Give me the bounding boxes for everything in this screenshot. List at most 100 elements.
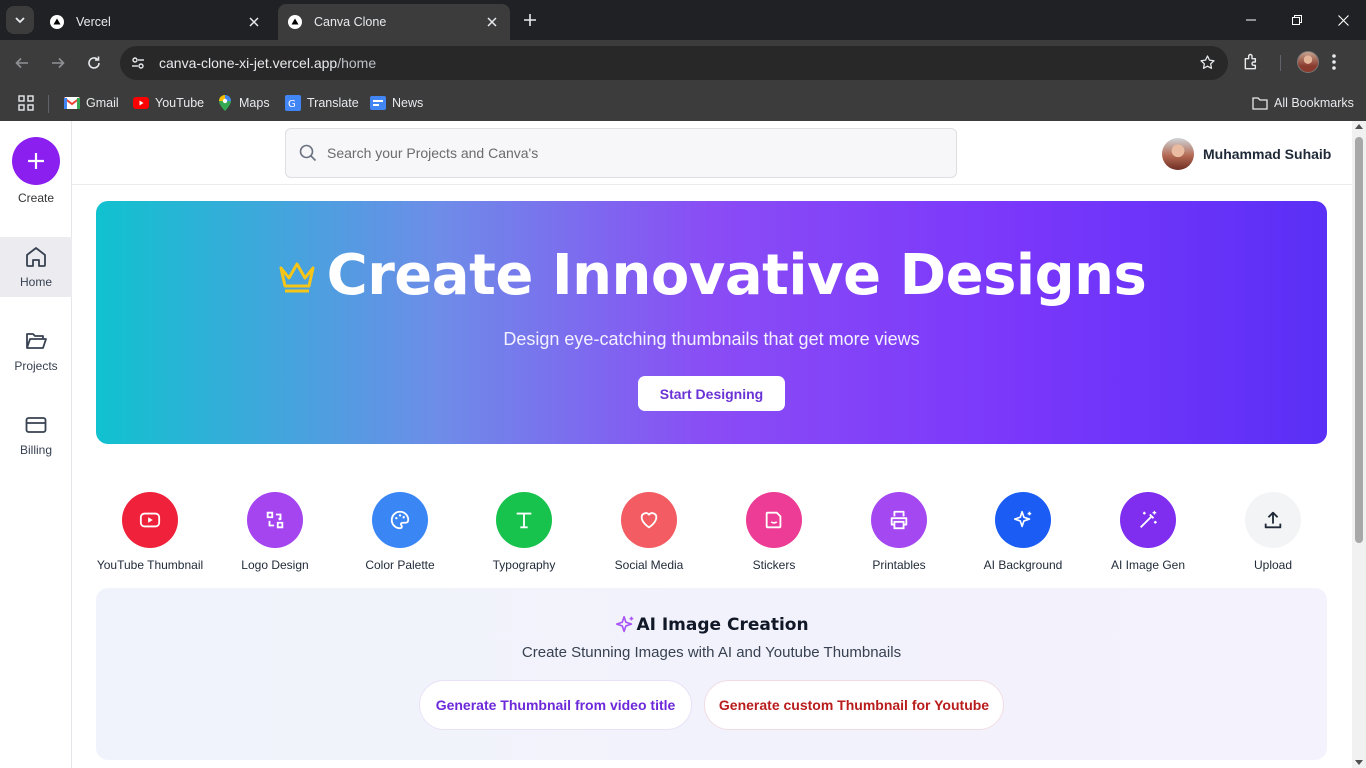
category-logo-design[interactable]: Logo Design	[210, 492, 340, 572]
credit-card-icon	[25, 417, 47, 433]
maps-icon	[217, 95, 233, 111]
folder-icon	[1252, 95, 1268, 111]
hero-title-row: Create Innovative Designs	[96, 243, 1327, 308]
more-menu-icon[interactable]	[1332, 53, 1336, 76]
url-text: canva-clone-xi-jet.vercel.app/home	[159, 55, 376, 71]
category-icon-circle[interactable]	[1245, 492, 1301, 548]
bookmark-youtube[interactable]: YouTube	[133, 93, 204, 113]
category-icon-circle[interactable]	[122, 492, 178, 548]
youtube-icon	[133, 95, 149, 111]
tab-title: Canva Clone	[314, 15, 387, 29]
arrow-right-icon	[52, 57, 65, 69]
bookmark-gmail[interactable]: Gmail	[64, 93, 119, 113]
swap-icon	[266, 511, 284, 529]
bookmark-star-icon[interactable]	[1199, 54, 1216, 76]
tab-search-button[interactable]	[6, 6, 34, 34]
ai-section-title: AI Image Creation	[636, 615, 809, 635]
tab-vercel[interactable]: Vercel	[40, 4, 272, 40]
category-ai-image-gen[interactable]: AI Image Gen	[1083, 492, 1213, 572]
category-upload[interactable]: Upload	[1208, 492, 1338, 572]
page: Create Home Projects Billing Muhammad Su…	[0, 121, 1366, 768]
translate-icon: G	[285, 95, 301, 111]
user-name: Muhammad Suhaib	[1203, 146, 1332, 162]
sidebar-item-label: Billing	[19, 443, 52, 457]
category-printables[interactable]: Printables	[834, 492, 964, 572]
url-host: canva-clone-xi-jet.vercel.app	[159, 55, 338, 71]
category-label: Logo Design	[241, 558, 309, 572]
extensions-icon[interactable]	[1242, 52, 1262, 77]
sidebar: Create Home Projects Billing	[0, 121, 72, 768]
bookmark-news[interactable]: News	[370, 93, 423, 113]
search-icon	[298, 143, 318, 163]
category-label: YouTube Thumbnail	[96, 558, 204, 572]
apps-grid-icon	[18, 95, 34, 111]
bookmarks-divider	[48, 95, 49, 113]
category-icon-circle[interactable]	[1120, 492, 1176, 548]
category-youtube-thumbnail[interactable]: YouTube Thumbnail	[85, 492, 215, 572]
tab-title: Vercel	[76, 15, 111, 29]
arrow-left-icon	[15, 57, 28, 69]
profile-avatar[interactable]	[1297, 51, 1319, 73]
folder-open-icon	[26, 333, 47, 349]
all-bookmarks-button[interactable]: All Bookmarks	[1252, 93, 1354, 113]
minimize-button[interactable]	[1228, 0, 1274, 40]
sidebar-item-home[interactable]: Home	[0, 237, 72, 297]
bookmark-translate[interactable]: G Translate	[285, 93, 359, 113]
category-color-palette[interactable]: Color Palette	[335, 492, 465, 572]
category-icon-circle[interactable]	[247, 492, 303, 548]
create-label: Create	[17, 191, 55, 205]
restore-button[interactable]	[1274, 0, 1320, 40]
address-bar[interactable]: canva-clone-xi-jet.vercel.app/home	[120, 46, 1228, 80]
category-icon-circle[interactable]	[871, 492, 927, 548]
category-label: AI Image Gen	[1110, 558, 1186, 572]
sticker-icon	[765, 511, 782, 529]
category-icon-circle[interactable]	[995, 492, 1051, 548]
url-path: /home	[337, 55, 377, 71]
search-input[interactable]	[327, 145, 927, 161]
scroll-up-arrow-icon[interactable]	[1355, 124, 1363, 129]
category-icon-circle[interactable]	[621, 492, 677, 548]
home-icon	[26, 247, 46, 267]
close-tab-icon[interactable]	[246, 14, 262, 30]
scroll-down-arrow-icon[interactable]	[1355, 760, 1363, 765]
all-bookmarks-label: All Bookmarks	[1274, 96, 1354, 110]
new-tab-button[interactable]	[518, 8, 542, 32]
search-box[interactable]	[285, 128, 957, 178]
crown-icon	[279, 262, 315, 292]
browser-toolbar: canva-clone-xi-jet.vercel.app/home	[0, 40, 1366, 86]
start-designing-button[interactable]: Start Designing	[638, 376, 785, 411]
create-button[interactable]	[12, 137, 60, 185]
forward-button[interactable]	[44, 49, 72, 77]
close-tab-icon[interactable]	[484, 14, 500, 30]
back-button[interactable]	[8, 49, 36, 77]
sidebar-item-projects[interactable]: Projects	[0, 321, 72, 381]
category-stickers[interactable]: Stickers	[709, 492, 839, 572]
scrollbar-thumb[interactable]	[1355, 137, 1363, 543]
category-ai-background[interactable]: AI Background	[958, 492, 1088, 572]
category-icon-circle[interactable]	[372, 492, 428, 548]
category-social-media[interactable]: Social Media	[584, 492, 714, 572]
bookmark-maps[interactable]: Maps	[217, 93, 270, 113]
chevron-down-icon	[15, 17, 25, 24]
vercel-icon	[50, 15, 64, 29]
gmail-icon	[64, 95, 80, 111]
site-settings-icon[interactable]	[123, 48, 153, 78]
category-icon-circle[interactable]	[496, 492, 552, 548]
magic-wand-icon	[1140, 510, 1157, 528]
reload-button[interactable]	[80, 49, 108, 77]
sidebar-item-billing[interactable]: Billing	[0, 405, 72, 465]
generate-from-title-button[interactable]: Generate Thumbnail from video title	[419, 680, 692, 730]
avatar[interactable]	[1162, 138, 1194, 170]
tab-canva-clone[interactable]: Canva Clone	[278, 4, 510, 40]
hero-banner: Create Innovative Designs Design eye-cat…	[96, 201, 1327, 444]
apps-button[interactable]	[18, 93, 40, 113]
generate-custom-thumbnail-button[interactable]: Generate custom Thumbnail for Youtube	[704, 680, 1004, 730]
close-icon	[1337, 14, 1349, 26]
close-window-button[interactable]	[1320, 0, 1366, 40]
category-typography[interactable]: Typography	[459, 492, 589, 572]
user-profile[interactable]: Muhammad Suhaib	[1162, 138, 1331, 170]
news-icon	[370, 95, 386, 111]
page-scrollbar[interactable]	[1352, 121, 1366, 768]
category-icon-circle[interactable]	[746, 492, 802, 548]
browser-tabstrip: Vercel Canva Clone	[0, 0, 1366, 40]
